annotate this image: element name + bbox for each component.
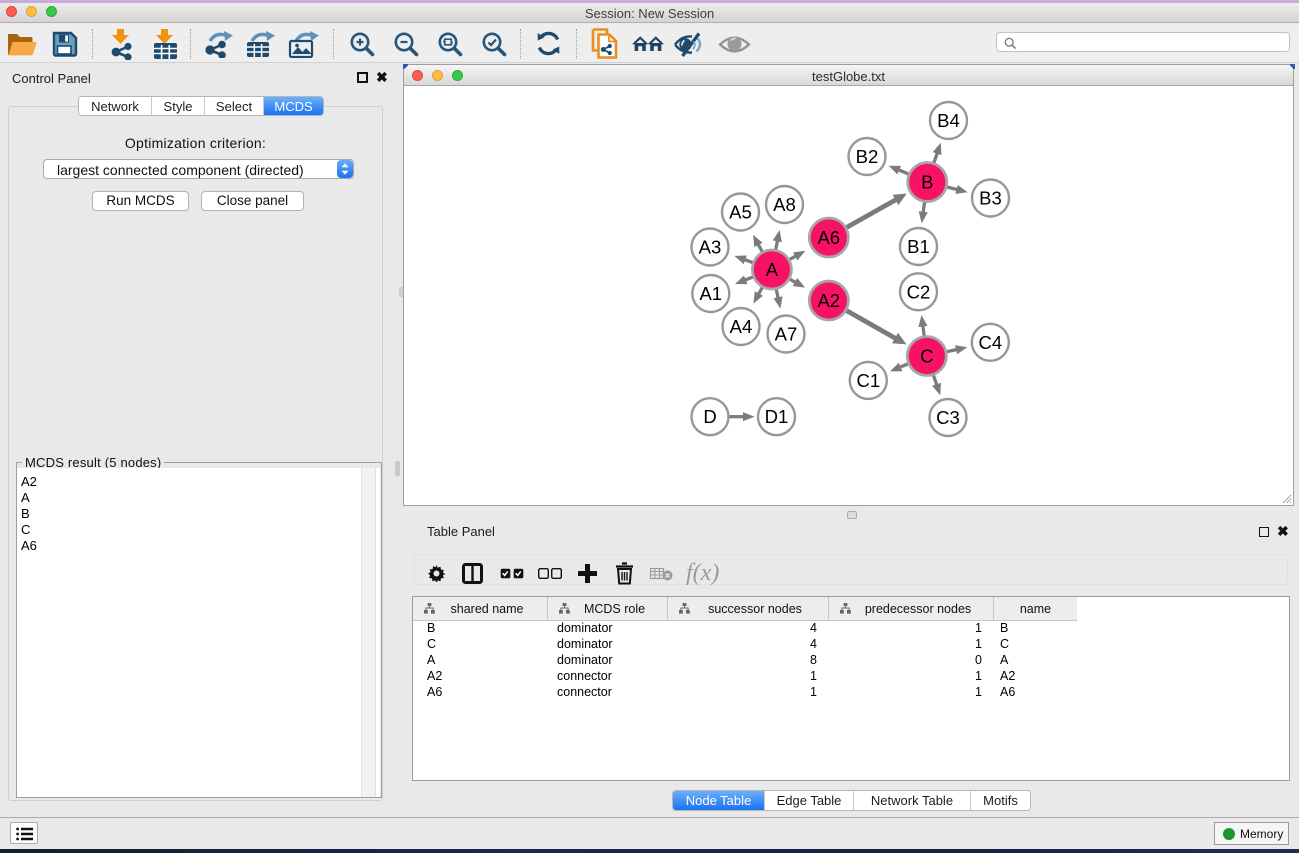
svg-text:C: C (920, 346, 933, 367)
svg-text:A5: A5 (729, 202, 752, 223)
svg-text:B3: B3 (979, 188, 1002, 209)
svg-text:A3: A3 (699, 237, 722, 258)
svg-text:C4: C4 (978, 332, 1002, 353)
svg-text:B1: B1 (907, 236, 930, 257)
svg-text:A6: A6 (817, 227, 840, 248)
svg-text:A4: A4 (730, 316, 753, 337)
svg-text:B: B (921, 172, 933, 193)
svg-text:A2: A2 (817, 290, 840, 311)
svg-text:A: A (766, 259, 779, 280)
svg-text:B2: B2 (856, 146, 879, 167)
svg-text:C3: C3 (936, 407, 960, 428)
svg-text:C2: C2 (907, 281, 931, 302)
svg-text:B4: B4 (937, 110, 960, 131)
svg-text:C1: C1 (856, 370, 880, 391)
svg-text:D1: D1 (765, 406, 789, 427)
svg-text:A1: A1 (699, 283, 722, 304)
svg-text:A7: A7 (775, 324, 798, 345)
svg-text:A8: A8 (773, 194, 796, 215)
svg-text:D: D (703, 406, 716, 427)
